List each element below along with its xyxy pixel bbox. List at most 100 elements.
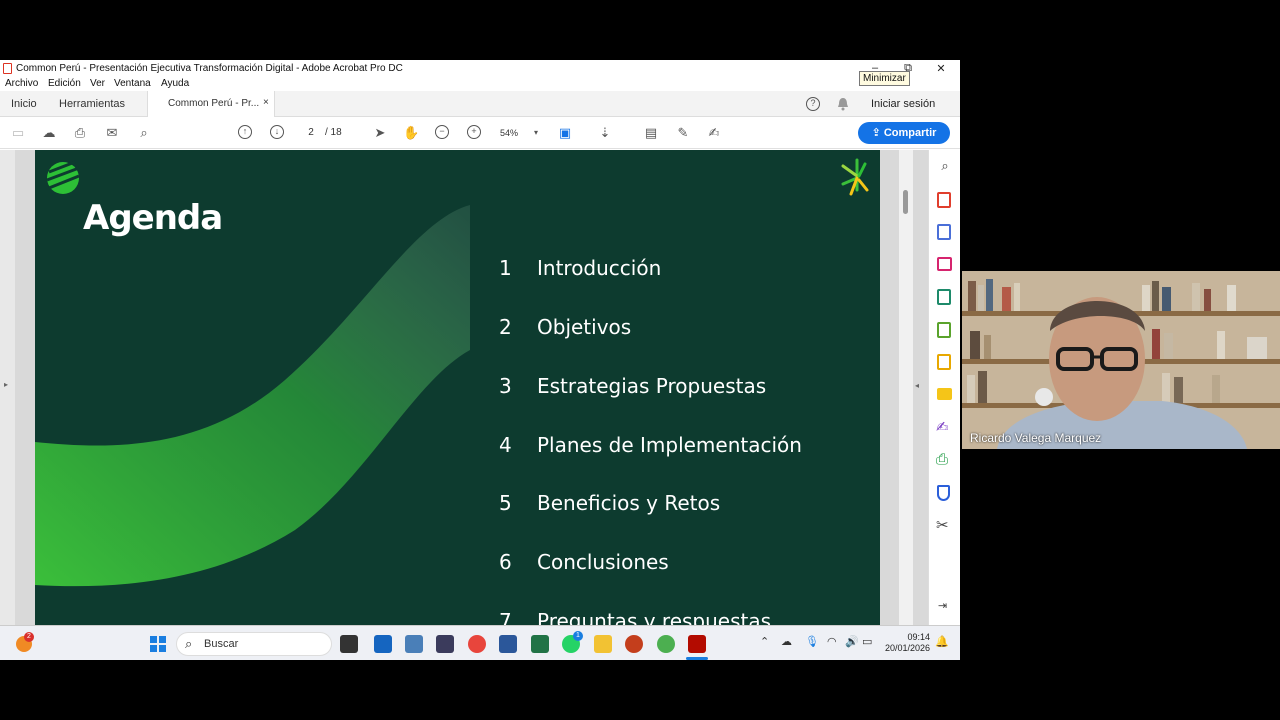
task-view-icon[interactable] — [340, 635, 358, 653]
upload-cloud-icon[interactable]: ☁ — [41, 125, 57, 141]
print-icon[interactable]: ⎙ — [72, 125, 88, 141]
participant-video: Ricardo Valega Marquez — [962, 271, 1280, 449]
page-total: / 18 — [325, 127, 342, 138]
screen-share: Common Perú - Presentación Ejecutiva Tra… — [0, 60, 960, 660]
mail-icon[interactable] — [436, 635, 454, 653]
save-icon[interactable]: ▭ — [10, 125, 26, 141]
video-feed — [962, 271, 1280, 449]
agenda-item: Conclusiones — [537, 550, 669, 574]
close-button[interactable]: ✕ — [930, 62, 952, 76]
participant-name: Ricardo Valega Marquez — [970, 431, 1102, 445]
signature-tool-icon[interactable]: ✍ — [936, 418, 949, 436]
active-app-indicator — [686, 657, 708, 660]
expand-panel-icon[interactable]: ⇥ — [938, 599, 947, 612]
prev-page-icon[interactable]: ↑ — [238, 125, 252, 139]
agenda-item: Objetivos — [537, 315, 632, 339]
fit-page-icon[interactable]: ▣ — [557, 125, 573, 141]
left-panel-collapsed[interactable]: ▸ — [0, 150, 15, 625]
menu-ventana[interactable]: Ventana — [114, 78, 151, 89]
notification-badge: 2 — [24, 632, 34, 642]
zoom-level[interactable]: 54% — [500, 125, 518, 141]
scroll-mode-icon[interactable]: ⇣ — [597, 125, 613, 141]
logo-burst-icon — [841, 158, 869, 196]
combine-files-icon[interactable] — [937, 322, 951, 338]
whatsapp-badge: 1 — [573, 631, 583, 641]
tab-close-icon[interactable]: × — [263, 97, 269, 108]
menu-archivo[interactable]: Archivo — [5, 78, 38, 89]
create-pdf-icon[interactable] — [937, 192, 951, 208]
agenda-item: Preguntas y respuestas — [537, 609, 772, 625]
sign-icon[interactable]: ✍ — [706, 125, 722, 141]
next-page-icon[interactable]: ↓ — [270, 125, 284, 139]
more-tools-icon[interactable]: ✂ — [936, 516, 949, 534]
agenda-number: 5 — [499, 491, 512, 515]
protect-icon[interactable] — [937, 485, 950, 501]
comment-icon[interactable]: ▤ — [643, 125, 659, 141]
select-cursor-icon[interactable]: ➤ — [372, 125, 388, 141]
pen-icon[interactable]: ✎ — [675, 125, 691, 141]
clock-time: 09:14 — [907, 632, 930, 642]
excel-icon[interactable] — [531, 635, 549, 653]
help-icon[interactable]: ? — [806, 97, 820, 111]
menu-ayuda[interactable]: Ayuda — [161, 78, 189, 89]
zoom-search-icon[interactable]: ⌕ — [937, 158, 953, 174]
tab-tools[interactable]: Herramientas — [59, 98, 125, 110]
share-button[interactable]: ⇪ Compartir — [858, 122, 950, 144]
menu-ver[interactable]: Ver — [90, 78, 105, 89]
taskbar-search[interactable]: ⌕ Buscar — [176, 632, 332, 656]
zoom-in-icon[interactable]: + — [467, 125, 481, 139]
export-pdf-icon[interactable] — [937, 224, 951, 240]
organize-pages-icon[interactable] — [937, 257, 952, 271]
email-icon[interactable]: ✉ — [104, 125, 120, 141]
agenda-item: Estrategias Propuestas — [537, 374, 767, 398]
slide-page: Agenda 1 Introducción 2 Objetivos 3 Estr… — [35, 150, 880, 625]
window-title: Common Perú - Presentación Ejecutiva Tra… — [16, 63, 403, 74]
vertical-scrollbar[interactable] — [899, 150, 913, 625]
taskbar-clock[interactable]: 09:14 20/01/2026 — [880, 632, 930, 654]
expand-left-icon[interactable]: ▸ — [4, 380, 8, 389]
chrome-profile-icon[interactable] — [657, 635, 675, 653]
search-icon: ⌕ — [185, 636, 193, 651]
search-icon[interactable]: ⌕ — [136, 125, 152, 141]
notifications-bell-icon[interactable]: 🔔 — [935, 635, 949, 648]
agenda-item: Introducción — [537, 256, 662, 280]
calculator-icon[interactable] — [405, 635, 423, 653]
volume-icon[interactable]: 🔊 — [845, 635, 859, 648]
print-production-icon[interactable]: ⎙ — [936, 451, 948, 468]
acrobat-icon — [3, 63, 12, 74]
title-bar: Common Perú - Presentación Ejecutiva Tra… — [0, 60, 960, 86]
hand-tool-icon[interactable]: ✋ — [403, 125, 419, 141]
fill-sign-icon[interactable] — [937, 354, 951, 370]
right-tools-panel: ⌕ ✍ ⎙ ✂ ⇥ — [928, 150, 960, 625]
acrobat-taskbar-icon[interactable] — [688, 635, 706, 653]
chevron-up-icon[interactable]: ⌃ — [760, 635, 769, 648]
agenda-item: Beneficios y Retos — [537, 491, 721, 515]
chevron-down-icon[interactable]: ▾ — [528, 125, 544, 141]
outlook-icon[interactable] — [374, 635, 392, 653]
bell-icon[interactable] — [836, 97, 850, 111]
menu-edicion[interactable]: Edición — [48, 78, 81, 89]
menu-bar: Archivo Edición Ver Ventana Ayuda — [0, 77, 960, 91]
zoom-out-icon[interactable]: − — [435, 125, 449, 139]
chrome-icon[interactable] — [468, 635, 486, 653]
share-icon: ⇪ — [871, 127, 884, 139]
signin-link[interactable]: Iniciar sesión — [871, 98, 935, 110]
battery-icon[interactable]: ▭ — [862, 635, 872, 648]
tab-document[interactable]: Common Perú - Pr... × — [147, 91, 275, 117]
toolbar: ▭ ☁ ⎙ ✉ ⌕ ↑ ↓ 2 / 18 ➤ ✋ − + 54% ▾ ▣ ⇣ ▤… — [0, 117, 960, 149]
tab-home[interactable]: Inicio — [11, 98, 37, 110]
comment-tool-icon[interactable] — [937, 388, 952, 400]
windows-start-icon[interactable] — [150, 636, 166, 652]
page-number-input[interactable]: 2 — [300, 125, 322, 141]
cloud-icon[interactable]: ☁ — [781, 635, 792, 648]
edit-pdf-icon[interactable] — [937, 289, 951, 305]
powerpoint-icon[interactable] — [625, 635, 643, 653]
agenda-number: 4 — [499, 433, 512, 457]
scrollbar-thumb[interactable] — [903, 190, 908, 214]
file-explorer-icon[interactable] — [594, 635, 612, 653]
agenda-number: 7 — [499, 609, 512, 625]
collapse-right-icon[interactable]: ◂ — [915, 381, 919, 390]
wifi-icon[interactable]: ◠ — [827, 635, 837, 648]
microphone-icon[interactable]: 🎙 — [805, 635, 819, 648]
word-icon[interactable] — [499, 635, 517, 653]
